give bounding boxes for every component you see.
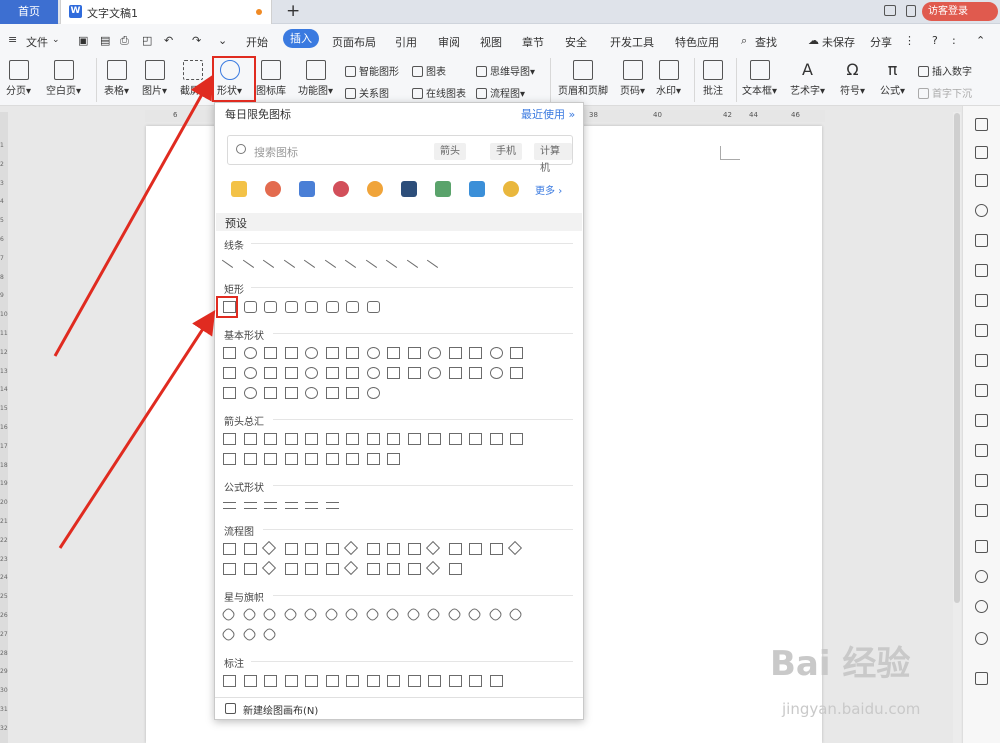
arrow-to-rectangle	[58, 309, 216, 549]
watermark-url: jingyan.baidu.com	[782, 700, 921, 718]
arrow-to-shape-button	[53, 74, 213, 357]
baidu-jingyan-watermark: Bai 经验	[770, 644, 911, 684]
annotation-arrows	[53, 74, 216, 549]
